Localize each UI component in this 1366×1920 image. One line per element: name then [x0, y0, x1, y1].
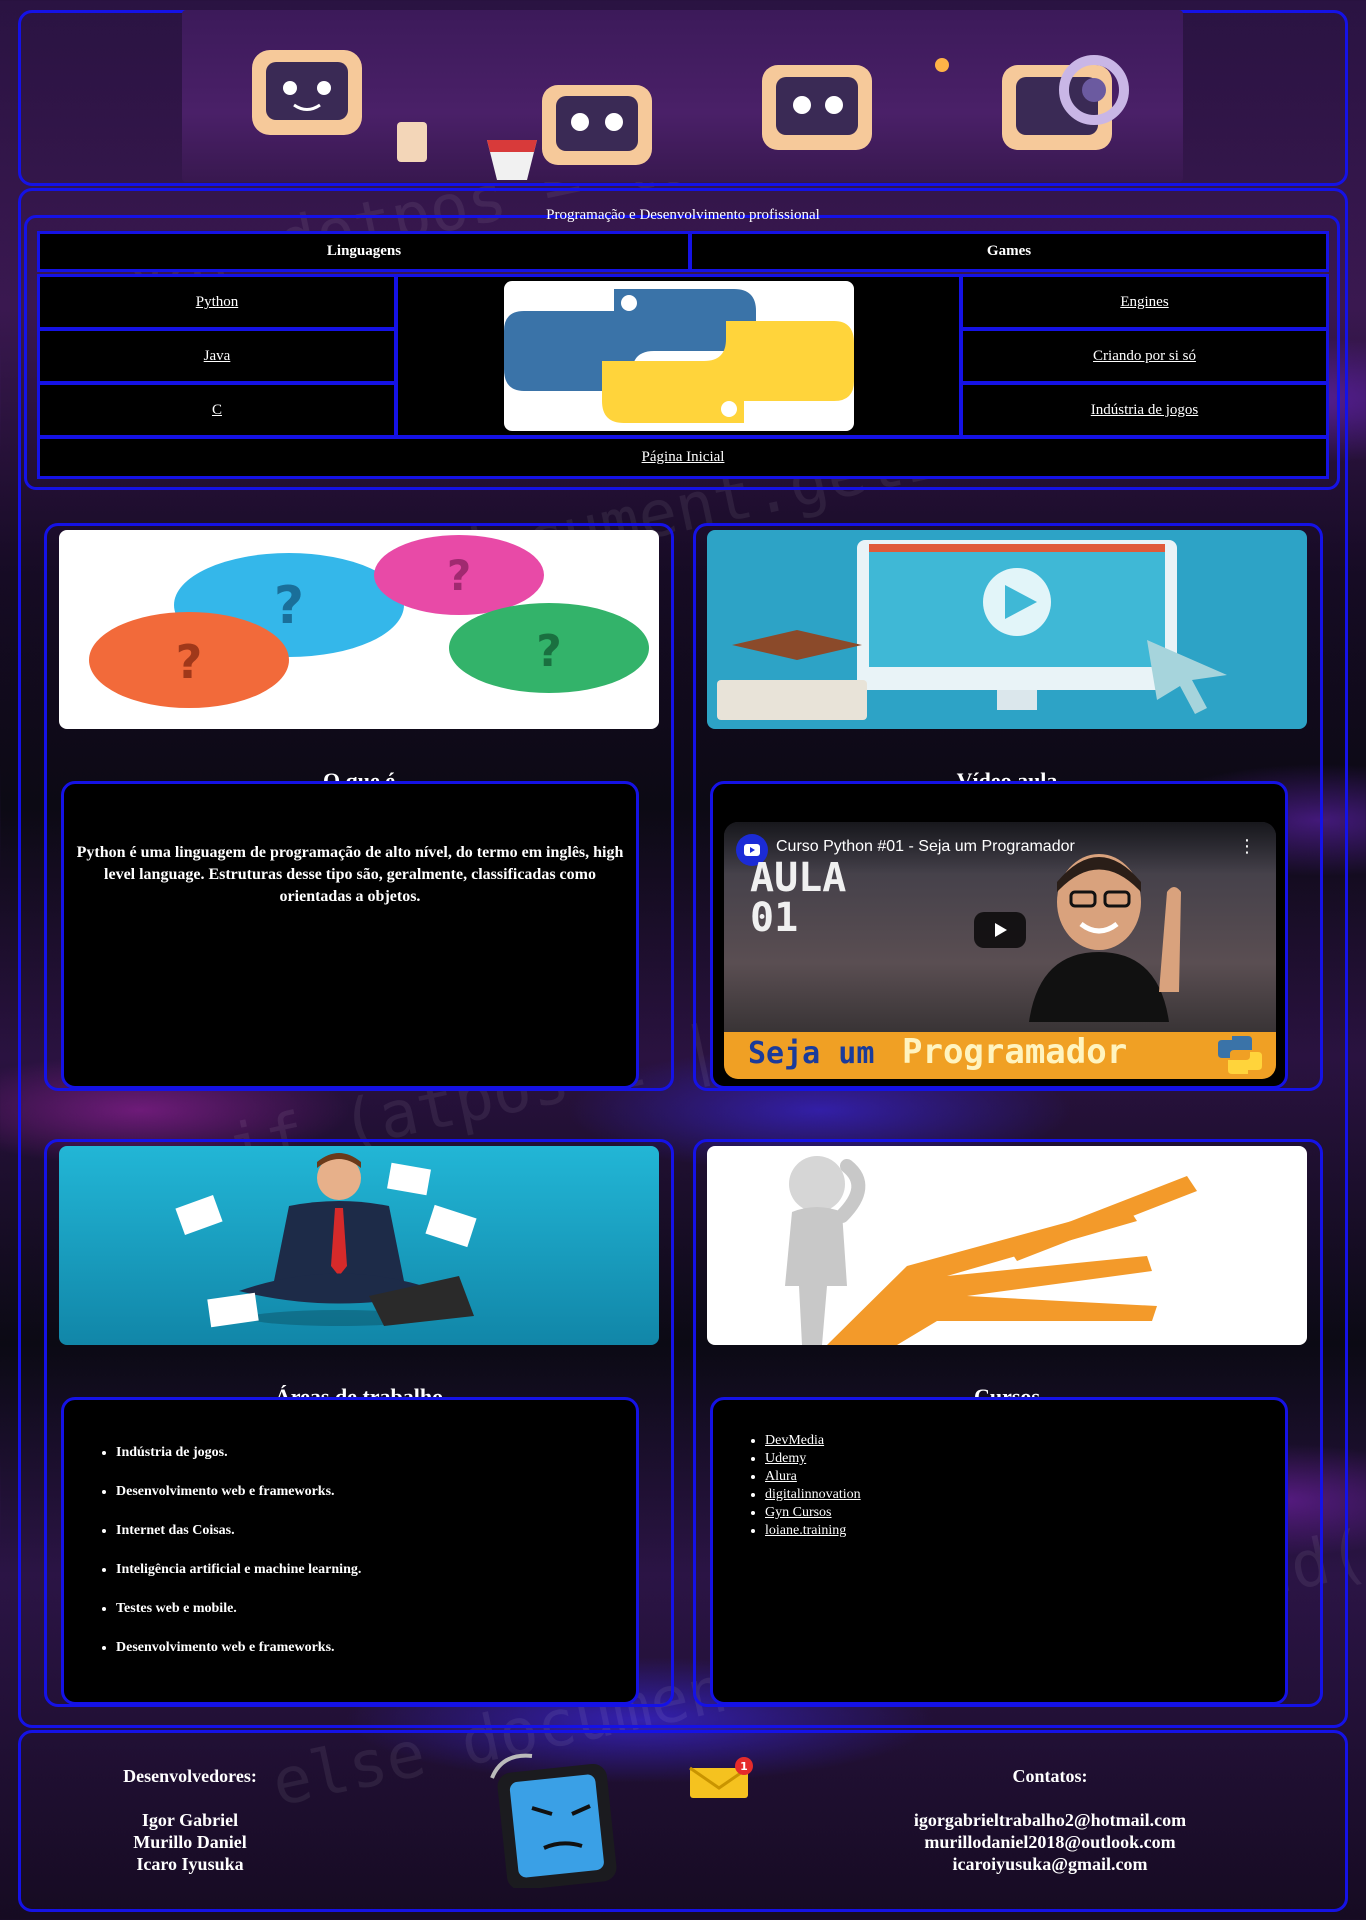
- mail-badge-count: 1: [740, 1760, 748, 1773]
- thumbnail-programador-text: Programador: [902, 1032, 1128, 1072]
- nav-item-c[interactable]: C: [37, 382, 397, 438]
- list-item: Internet das Coisas.: [116, 1522, 636, 1540]
- courses-image: [707, 1146, 1307, 1345]
- mail-envelope-icon: 1: [689, 1757, 753, 1798]
- areas-image: [59, 1146, 659, 1345]
- developer-name: Igor Gabriel: [141, 1810, 239, 1830]
- python-logo-icon: [504, 289, 854, 423]
- course-link-gyn-cursos[interactable]: Gyn Cursos: [765, 1505, 832, 1520]
- more-options-icon[interactable]: ⋮: [1238, 836, 1256, 857]
- nav-item-java[interactable]: Java: [37, 328, 397, 384]
- contact-email: murillodaniel2018@outlook.com: [924, 1832, 1176, 1852]
- nav-link-industria[interactable]: Indústria de jogos: [1091, 402, 1198, 418]
- developers-label: Desenvolvedores:: [123, 1766, 257, 1786]
- list-item: Desenvolvimento web e frameworks.: [116, 1639, 636, 1657]
- video-box: Curso Python #01 - Seja um Programador ⋮…: [710, 781, 1288, 1089]
- areas-listbox: Indústria de jogos. Desenvolvimento web …: [61, 1397, 639, 1705]
- nav-title: Programação e Desenvolvimento profission…: [546, 207, 820, 223]
- course-link-loiane[interactable]: loiane.training: [765, 1523, 846, 1538]
- contact-email: icaroiyusuka@gmail.com: [952, 1854, 1148, 1874]
- courses-list: DevMedia Udemy Alura digitalinnovation G…: [713, 1432, 1285, 1540]
- nav-item-industria[interactable]: Indústria de jogos: [960, 382, 1329, 438]
- banner-computers-illustration: [252, 50, 1129, 180]
- crossroads-arrows-illustration: [785, 1156, 1197, 1345]
- list-item: Alura: [765, 1468, 1285, 1486]
- nav-item-python[interactable]: Python: [37, 274, 397, 330]
- computer-character-icon: [762, 58, 949, 150]
- course-link-alura[interactable]: Alura: [765, 1469, 797, 1484]
- nav-header-linguagens: Linguagens: [37, 231, 691, 272]
- nav-item-home[interactable]: Página Inicial: [37, 436, 1329, 479]
- thumbnail-aula-text: AULA 01: [750, 855, 847, 941]
- python-mini-logo-icon: [1218, 1036, 1262, 1074]
- about-textbox: Python é uma linguagem de programação de…: [61, 781, 639, 1089]
- list-item: digitalinnovation: [765, 1486, 1285, 1504]
- svg-text:?: ?: [176, 635, 203, 689]
- play-button[interactable]: [974, 912, 1026, 948]
- contact-email: igorgabrieltrabalho2@hotmail.com: [913, 1810, 1187, 1830]
- header-banner: [182, 10, 1183, 182]
- list-item: Gyn Cursos: [765, 1504, 1285, 1522]
- video-lesson-illustration: [717, 540, 1227, 720]
- list-item: Indústria de jogos.: [116, 1444, 636, 1462]
- about-image: ? ? ? ?: [59, 530, 659, 729]
- list-item: DevMedia: [765, 1432, 1285, 1450]
- svg-text:?: ?: [536, 626, 562, 677]
- contacts-label: Contatos:: [1012, 1766, 1088, 1786]
- presenter-figure: [1029, 854, 1181, 1022]
- list-item: Udemy: [765, 1450, 1285, 1468]
- computer-character-icon: [1002, 55, 1129, 150]
- list-item: Desenvolvimento web e frameworks.: [116, 1483, 636, 1501]
- video-player[interactable]: Curso Python #01 - Seja um Programador ⋮…: [724, 822, 1276, 1079]
- courses-listbox: DevMedia Udemy Alura digitalinnovation G…: [710, 1397, 1288, 1705]
- phone-character-illustration: 1: [490, 1753, 753, 1888]
- course-link-digitalinnovation[interactable]: digitalinnovation: [765, 1487, 861, 1502]
- course-link-udemy[interactable]: Udemy: [765, 1451, 806, 1466]
- nav-item-engines[interactable]: Engines: [960, 274, 1329, 330]
- nav-link-c[interactable]: C: [212, 402, 222, 418]
- areas-list: Indústria de jogos. Desenvolvimento web …: [64, 1444, 636, 1657]
- nav-header-games: Games: [689, 231, 1329, 272]
- play-icon: [995, 923, 1007, 937]
- python-logo-card: [504, 281, 854, 431]
- svg-text:?: ?: [447, 551, 471, 600]
- thumbnail-seja-text: Seja um: [748, 1036, 875, 1071]
- developer-name: Murillo Daniel: [133, 1832, 247, 1852]
- nav-link-home[interactable]: Página Inicial: [642, 449, 725, 465]
- nav-link-java[interactable]: Java: [204, 348, 231, 364]
- video-lesson-image: [707, 530, 1307, 729]
- nav-logo-cell: [395, 274, 962, 438]
- computer-character-icon: [252, 50, 427, 162]
- list-item: Inteligência artificial e machine learni…: [116, 1561, 636, 1579]
- thumbnail-banner: Seja um Programador: [724, 1032, 1276, 1079]
- about-text: Python é uma linguagem de programação de…: [76, 844, 624, 905]
- nav-item-criando[interactable]: Criando por si só: [960, 328, 1329, 384]
- course-link-devmedia[interactable]: DevMedia: [765, 1433, 824, 1448]
- developer-name: Icaro Iyusuka: [136, 1854, 244, 1874]
- meditating-worker-illustration: [175, 1153, 477, 1328]
- speech-bubbles-question-icon: ? ? ? ?: [89, 535, 649, 708]
- svg-text:?: ?: [274, 576, 304, 636]
- nav-link-criando[interactable]: Criando por si só: [1093, 348, 1196, 364]
- list-item: loiane.training: [765, 1522, 1285, 1540]
- nav-link-engines[interactable]: Engines: [1120, 294, 1168, 310]
- computer-character-icon: [487, 85, 652, 180]
- nav-link-python[interactable]: Python: [196, 294, 239, 310]
- list-item: Testes web e mobile.: [116, 1600, 636, 1618]
